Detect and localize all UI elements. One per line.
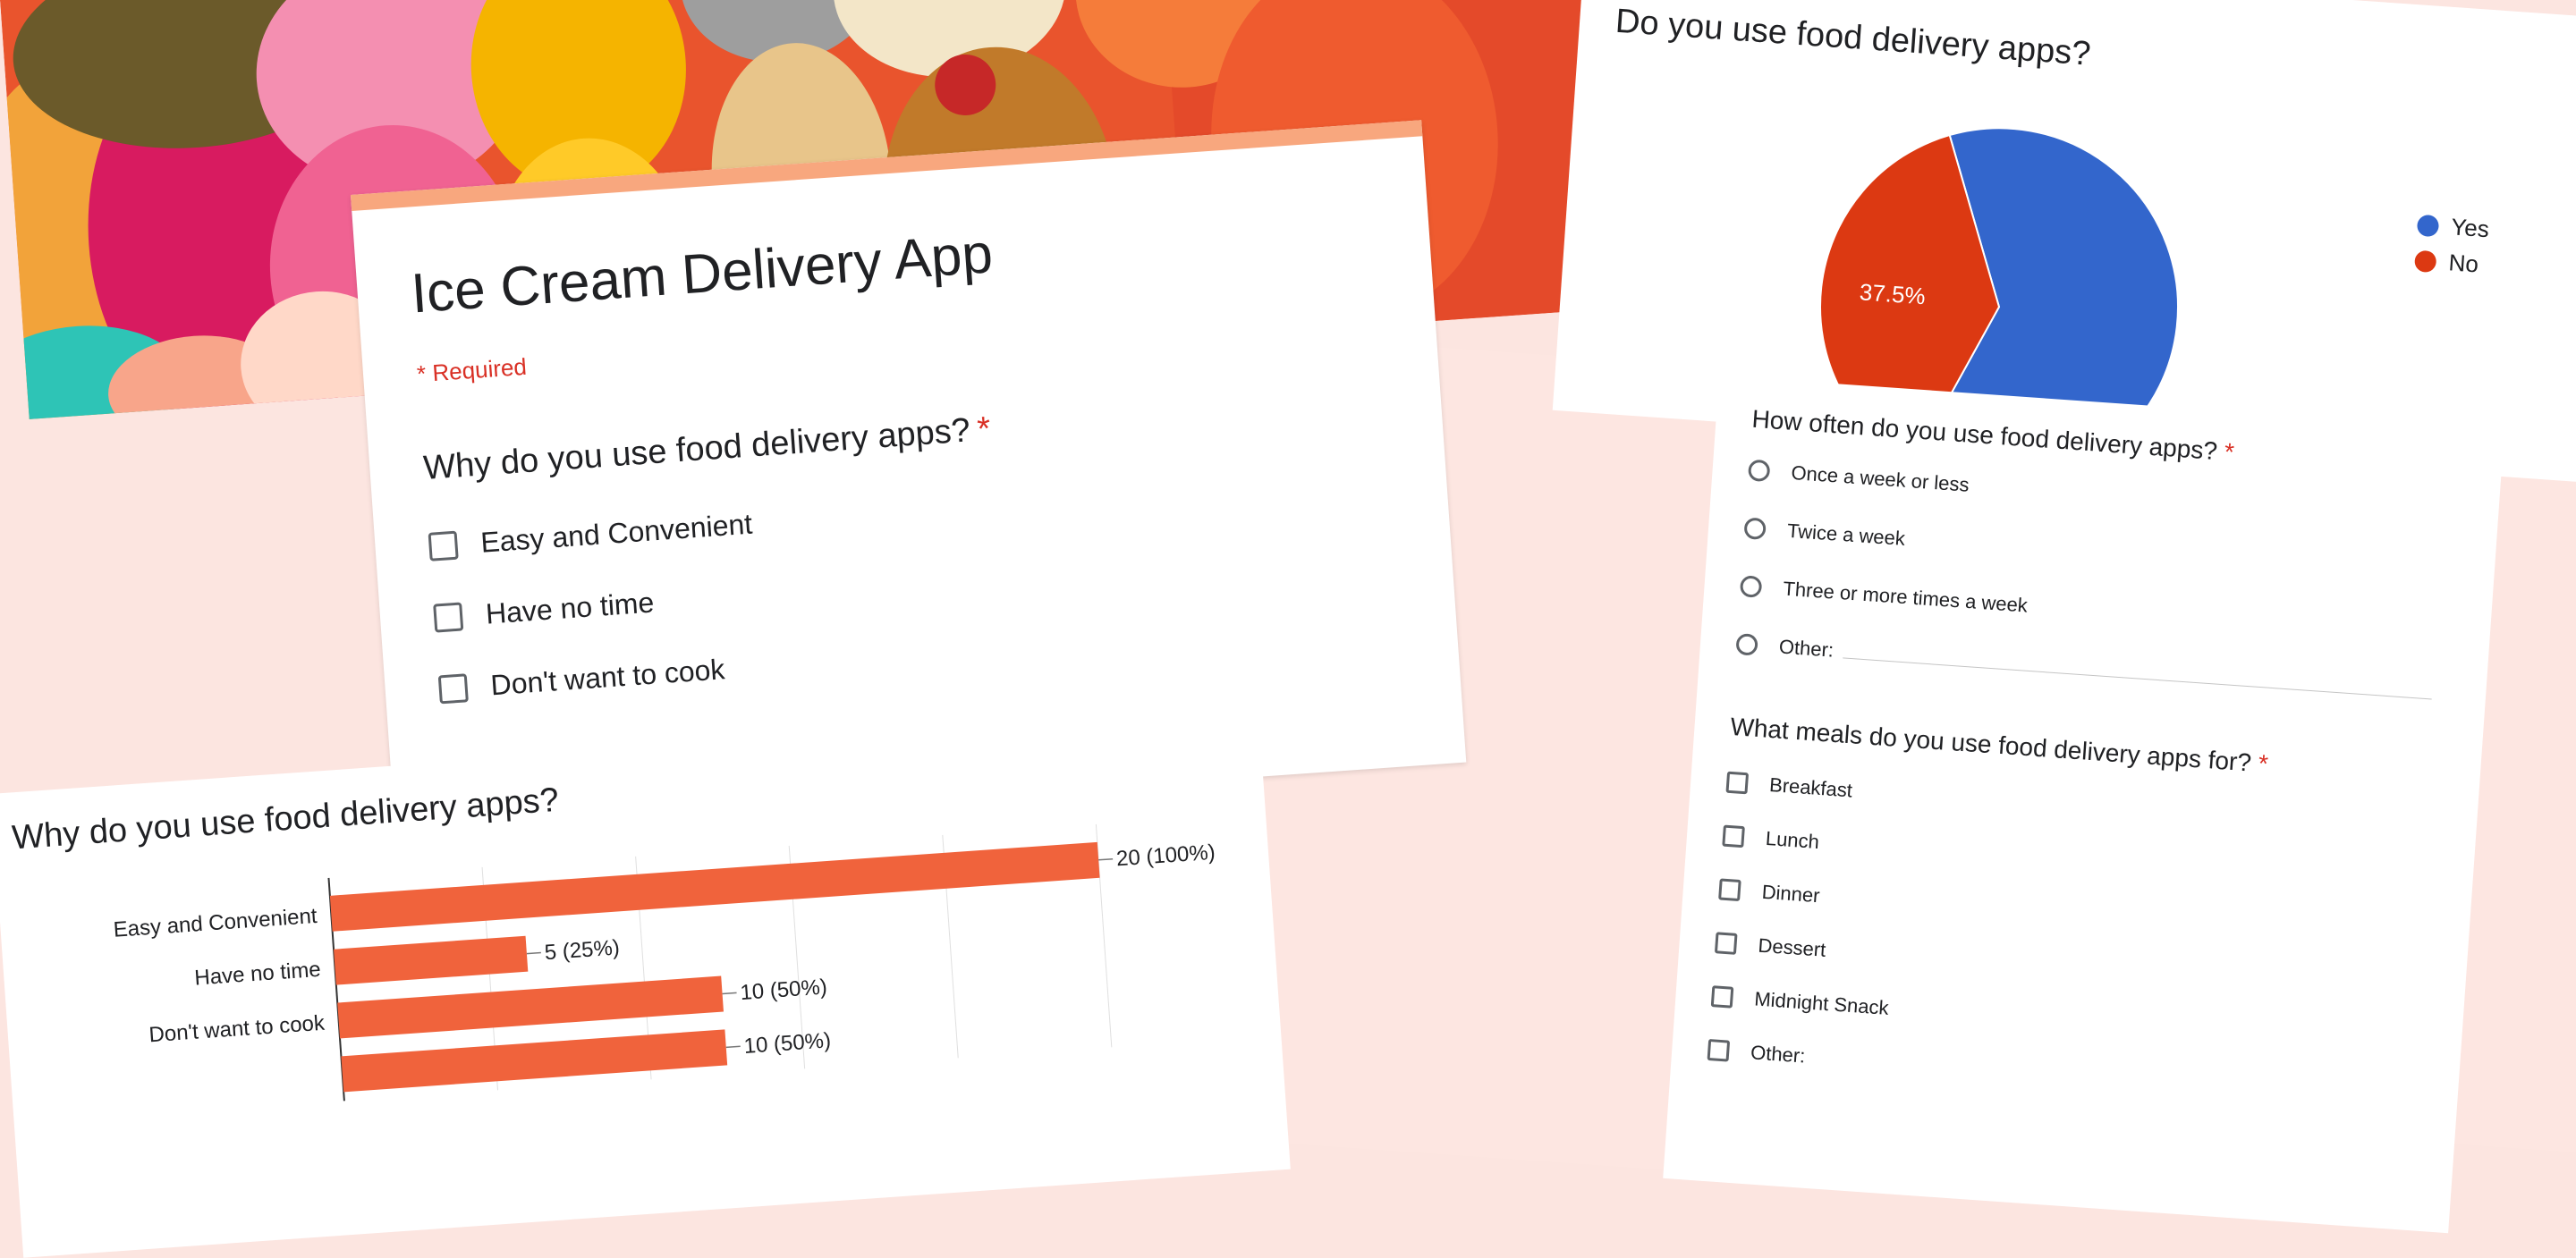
required-asterisk: * — [2257, 749, 2269, 778]
checkbox-label: Lunch — [1765, 826, 1820, 854]
question-text: Why do you use food delivery apps? — [422, 411, 972, 488]
legend-item-yes: Yes — [2416, 211, 2490, 244]
checkbox-lunch[interactable]: Lunch — [1722, 824, 1820, 854]
checkbox[interactable] — [1714, 932, 1738, 955]
frequency-question-text: How often do you use food delivery apps? — [1750, 404, 2218, 466]
data-label: 10 (50%) — [743, 1028, 832, 1059]
radio-label: Twice a week — [1786, 519, 1906, 550]
option-label: Don't want to cook — [489, 653, 726, 702]
checkbox-midnight-snack[interactable]: Midnight Snack — [1710, 984, 1890, 1020]
frequency-question: How often do you use food delivery apps?… — [1751, 405, 2235, 468]
bar-chart: Easy and Convenient 20 (100%) Have no time… — [113, 823, 1216, 1102]
category-label: Have no time — [194, 958, 322, 991]
data-label: 5 (25%) — [544, 935, 621, 965]
checkbox-breakfast[interactable]: Breakfast — [1725, 771, 1853, 803]
option-label: Easy and Convenient — [479, 507, 754, 559]
meals-question-text: What meals do you use food delivery apps… — [1729, 712, 2252, 777]
checkbox-dessert[interactable]: Dessert — [1714, 931, 1827, 962]
bar — [341, 1029, 728, 1093]
other-text-input[interactable] — [1843, 657, 2432, 700]
radio-label: Once a week or less — [1790, 460, 1970, 496]
radio-once-a-week[interactable]: Once a week or less — [1747, 459, 1970, 497]
checkbox-label: Dessert — [1757, 933, 1827, 961]
checkbox-dinner[interactable]: Dinner — [1718, 877, 1820, 908]
legend-label: No — [2447, 249, 2479, 278]
required-asterisk: * — [2223, 437, 2235, 467]
option-easy-convenient[interactable]: Easy and Convenient — [428, 508, 753, 563]
bar — [329, 841, 1100, 932]
category-label: Easy and Convenient — [113, 904, 318, 942]
radio-label: Three or more times a week — [1782, 577, 2029, 617]
legend-item-no: No — [2413, 247, 2479, 279]
checkbox[interactable] — [428, 530, 459, 561]
data-label: 10 (50%) — [740, 975, 828, 1005]
data-label-leader — [1098, 857, 1114, 861]
data-label: 20 (100%) — [1115, 840, 1216, 872]
checkbox[interactable] — [1718, 878, 1741, 902]
option-label: Have no time — [484, 586, 656, 630]
checkbox-other[interactable]: Other: — [1707, 1038, 1806, 1068]
data-label-leader — [526, 951, 541, 955]
legend-swatch-yes — [2416, 214, 2440, 237]
radio-button[interactable] — [1747, 459, 1771, 483]
option-no-time[interactable]: Have no time — [433, 586, 656, 634]
bar-chart-panel: Why do you use food delivery apps? Easy … — [0, 705, 1291, 1258]
required-note: * Required — [416, 352, 528, 388]
meals-question: What meals do you use food delivery apps… — [1730, 713, 2269, 779]
data-label-leader — [722, 992, 737, 995]
question-title: Why do you use food delivery apps? * — [422, 410, 992, 488]
radio-button[interactable] — [1743, 517, 1767, 541]
radio-button[interactable] — [1739, 575, 1763, 598]
radio-three-or-more[interactable]: Three or more times a week — [1739, 574, 2029, 617]
required-asterisk: * — [976, 409, 992, 449]
legend-swatch-no — [2413, 249, 2437, 273]
checkbox-label: Other: — [1750, 1041, 1807, 1068]
category-label: Don't want to cook — [148, 1011, 326, 1048]
pie-slice-label: 37.5% — [1859, 278, 1927, 309]
checkbox[interactable] — [1710, 985, 1734, 1009]
form-title: Ice Cream Delivery App — [409, 223, 995, 325]
checkbox[interactable] — [1722, 824, 1745, 849]
checkbox[interactable] — [1725, 771, 1750, 795]
radio-other[interactable]: Other: — [1735, 632, 1835, 663]
radio-button[interactable] — [1735, 633, 1758, 656]
bar — [337, 975, 724, 1039]
data-label-leader — [725, 1045, 741, 1049]
checkbox[interactable] — [433, 601, 464, 633]
checkbox[interactable] — [1707, 1038, 1731, 1062]
radio-twice-a-week[interactable]: Twice a week — [1743, 516, 1906, 550]
legend-label: Yes — [2450, 213, 2490, 243]
questions-card: How often do you use food delivery apps?… — [1663, 376, 2504, 1234]
checkbox-label: Dinner — [1760, 880, 1821, 908]
option-dont-want-to-cook[interactable]: Don't want to cook — [437, 653, 726, 705]
bar — [334, 935, 529, 985]
radio-label: Other: — [1778, 635, 1835, 662]
checkbox-label: Breakfast — [1768, 773, 1853, 802]
checkbox-label: Midnight Snack — [1753, 987, 1890, 1019]
checkbox[interactable] — [437, 672, 469, 704]
